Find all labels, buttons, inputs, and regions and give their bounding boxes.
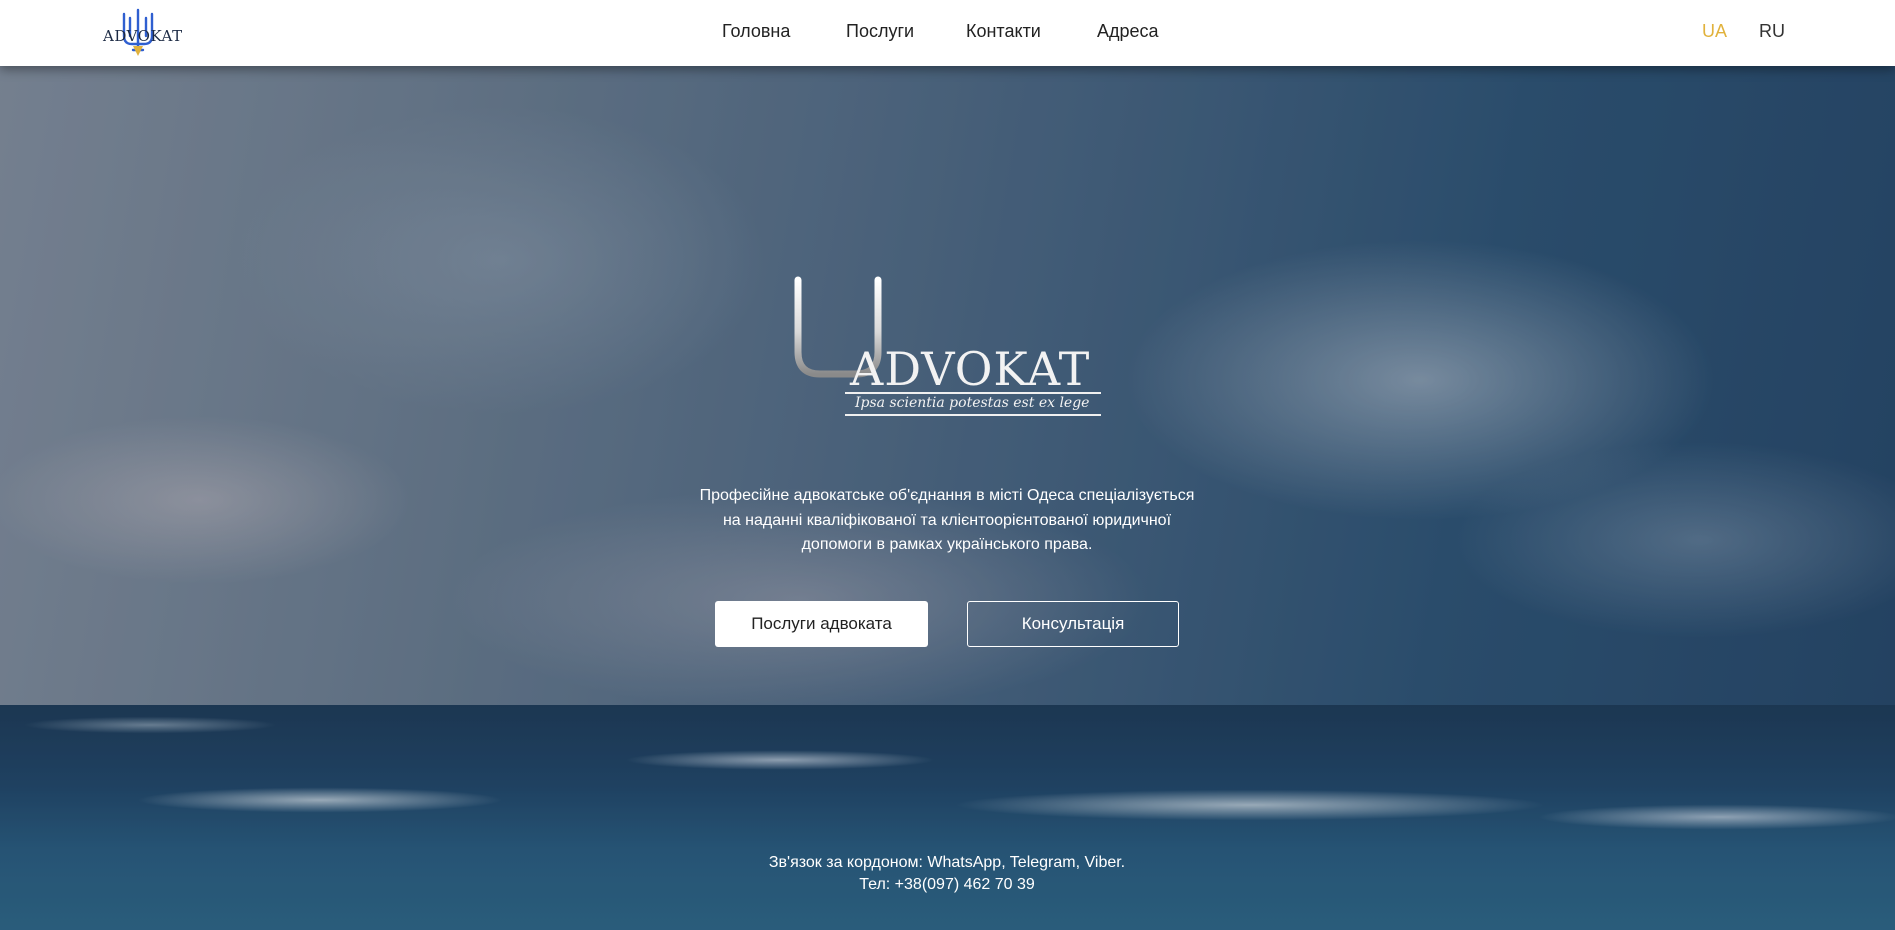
header-logo[interactable]: ADVOKAT (100, 6, 182, 58)
hero-tagline-line: допомоги в рамках українського права. (801, 536, 1093, 553)
site-header: ADVOKAT Головна Послуги Контакти Адреса … (0, 0, 1895, 66)
nav-item-address[interactable]: Адреса (1097, 21, 1159, 42)
consultation-button[interactable]: Консультація (967, 601, 1179, 647)
hero-logo-rule-top (845, 392, 1101, 394)
page: ADVOKAT Головна Послуги Контакти Адреса … (0, 0, 1895, 930)
nav-item-contacts[interactable]: Контакти (966, 21, 1041, 42)
hero-tagline-line: Професійне адвокатське об'єднання в міст… (699, 487, 1195, 504)
lawyer-services-button[interactable]: Послуги адвоката (715, 601, 928, 647)
hero-logo: ADVOKAT Ipsa scientia potestas est ex le… (790, 262, 1110, 432)
header-logo-text: ADVOKAT (103, 27, 183, 45)
language-ua-link[interactable]: UA (1702, 21, 1727, 42)
contact-phone-link[interactable]: Тел: +38(097) 462 70 39 (647, 876, 1247, 894)
hero-tagline: Професійне адвокатське об'єднання в міст… (647, 484, 1247, 558)
background-overlay (0, 0, 1895, 930)
contact-abroad-text: Зв'язок за кордоном: WhatsApp, Telegram,… (768, 854, 1126, 871)
hero-logo-motto: Ipsa scientia potestas est ex lege (855, 395, 1090, 411)
main-navigation: Головна Послуги Контакти Адреса (0, 0, 1895, 66)
hero-logo-rule-bottom (845, 414, 1101, 416)
nav-item-home[interactable]: Головна (722, 21, 790, 42)
nav-item-services[interactable]: Послуги (846, 21, 914, 42)
hero-logo-text: ADVOKAT (850, 342, 1091, 396)
language-ru-link[interactable]: RU (1759, 21, 1785, 42)
hero-tagline-line: на наданні кваліфікованої та клієнтооріє… (722, 511, 1172, 529)
